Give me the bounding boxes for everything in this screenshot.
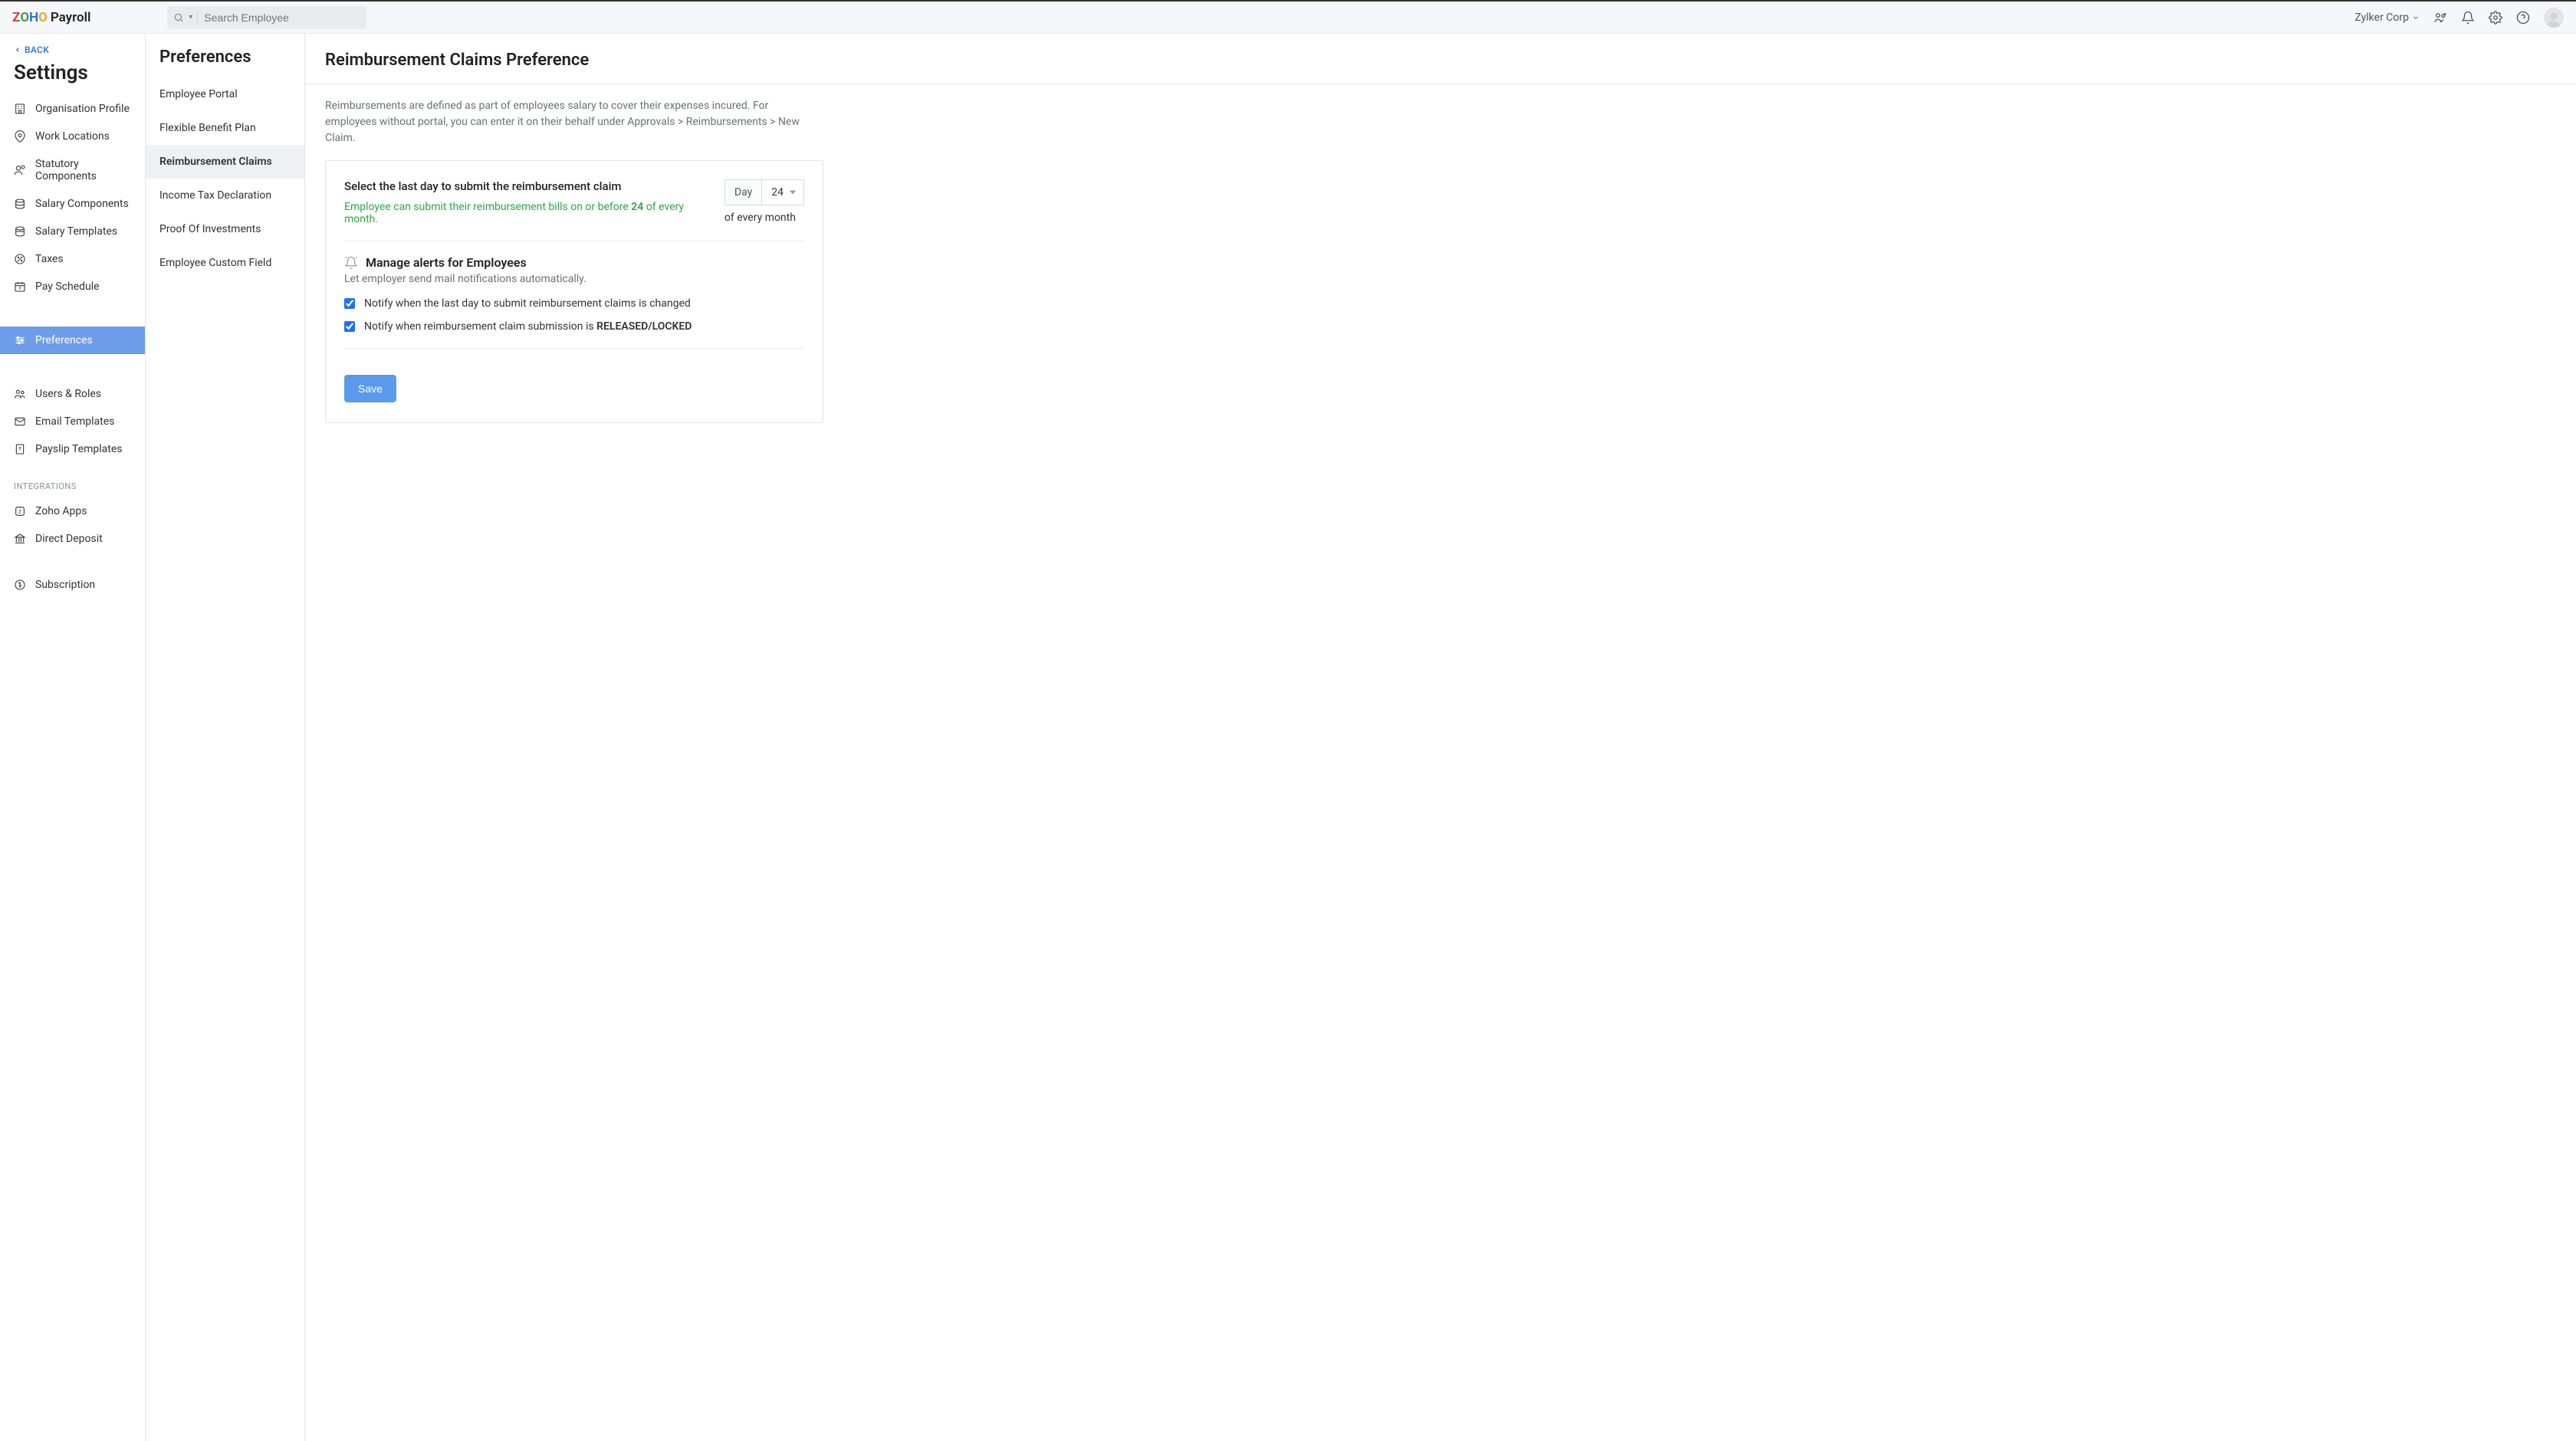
page-description: Reimbursements are defined as part of em… bbox=[325, 98, 800, 146]
subnav-item-employee-portal[interactable]: Employee Portal bbox=[146, 77, 304, 111]
sidebar-item-users-roles[interactable]: Users & Roles bbox=[0, 380, 145, 408]
checkbox-label: Notify when the last day to submit reimb… bbox=[364, 297, 691, 310]
help-icon[interactable] bbox=[2516, 11, 2530, 25]
day-select[interactable]: 24 bbox=[762, 179, 804, 205]
separator bbox=[344, 348, 804, 349]
divider bbox=[197, 11, 198, 24]
sidebar-item-statutory-components[interactable]: Statutory Components bbox=[0, 150, 145, 190]
topbar: ZOHO Payroll ▾ Zylker Corp bbox=[0, 0, 2576, 34]
search-input[interactable] bbox=[204, 11, 360, 24]
sidebar-item-label: Payslip Templates bbox=[35, 443, 122, 455]
hint-text: Employee can submit their reimbursement … bbox=[344, 201, 684, 225]
logo[interactable]: ZOHO Payroll bbox=[12, 10, 90, 25]
svg-text:₹: ₹ bbox=[18, 446, 21, 451]
sidebar-item-label: Salary Components bbox=[35, 198, 129, 210]
sidebar-item-label: Salary Templates bbox=[35, 225, 117, 238]
sidebar-item-salary-components[interactable]: Salary Components bbox=[0, 190, 145, 218]
checkbox-notify-last-day-changed[interactable] bbox=[344, 298, 355, 309]
sidebar-item-label: Email Templates bbox=[35, 415, 114, 428]
back-link[interactable]: BACK bbox=[0, 44, 145, 61]
save-button[interactable]: Save bbox=[344, 375, 396, 402]
sidebar-item-pay-schedule[interactable]: ₹ Pay Schedule bbox=[0, 273, 145, 300]
content: Reimbursement Claims Preference Reimburs… bbox=[305, 34, 2576, 1441]
org-name: Zylker Corp bbox=[2354, 11, 2409, 24]
sidebar-item-email-templates[interactable]: Email Templates bbox=[0, 408, 145, 435]
alerts-title: Manage alerts for Employees bbox=[366, 255, 527, 270]
svg-text:Z: Z bbox=[18, 509, 21, 515]
settings-title: Settings bbox=[0, 61, 145, 95]
subnav-title: Preferences bbox=[146, 48, 304, 77]
search-scope-caret[interactable]: ▾ bbox=[189, 13, 192, 21]
chevron-down-icon bbox=[2412, 14, 2420, 21]
topbar-right: Zylker Corp bbox=[2354, 8, 2564, 28]
day-sub-label: of every month bbox=[724, 212, 796, 224]
sidebar-item-label: Taxes bbox=[35, 253, 64, 265]
subnav-item-proof-of-investments[interactable]: Proof Of Investments bbox=[146, 212, 304, 246]
checkbox-row-notify-last-day-changed[interactable]: Notify when the last day to submit reimb… bbox=[344, 297, 804, 310]
sidebar-section-integrations: INTEGRATIONS bbox=[0, 463, 145, 497]
gear-icon[interactable] bbox=[2489, 11, 2502, 25]
sidebar-item-label: Statutory Components bbox=[35, 158, 131, 182]
bell-icon[interactable] bbox=[2461, 11, 2475, 25]
org-switcher[interactable]: Zylker Corp bbox=[2354, 11, 2420, 24]
field-label-last-day: Select the last day to submit the reimbu… bbox=[344, 179, 709, 193]
bell-ring-icon bbox=[344, 256, 358, 270]
brand-name: Payroll bbox=[51, 10, 91, 25]
day-value: 24 bbox=[771, 186, 784, 199]
sidebar-item-payslip-templates[interactable]: ₹ Payslip Templates bbox=[0, 435, 145, 463]
preference-card: Select the last day to submit the reimbu… bbox=[325, 160, 823, 423]
subnav-item-employee-custom-field[interactable]: Employee Custom Field bbox=[146, 246, 304, 280]
sidebar-item-label: Pay Schedule bbox=[35, 281, 100, 293]
sidebar-item-work-locations[interactable]: Work Locations bbox=[0, 123, 145, 150]
avatar[interactable] bbox=[2544, 8, 2564, 28]
checkbox-row-notify-released-locked[interactable]: Notify when reimbursement claim submissi… bbox=[344, 320, 804, 333]
content-header: Reimbursement Claims Preference bbox=[305, 34, 2576, 84]
back-label: BACK bbox=[25, 44, 49, 55]
sidebar-item-label: Subscription bbox=[35, 579, 95, 591]
sidebar-item-taxes[interactable]: Taxes bbox=[0, 245, 145, 273]
sidebar-item-zoho-apps[interactable]: Z Zoho Apps bbox=[0, 497, 145, 525]
checkbox-label: Notify when reimbursement claim submissi… bbox=[364, 320, 692, 333]
refer-icon[interactable] bbox=[2433, 11, 2447, 25]
svg-text:₹: ₹ bbox=[19, 287, 21, 291]
sidebar-item-label: Work Locations bbox=[35, 130, 110, 143]
day-picker: Day 24 of every month bbox=[724, 179, 804, 224]
sidebar-item-label: Direct Deposit bbox=[35, 533, 103, 545]
alerts-description: Let employer send mail notifications aut… bbox=[344, 273, 804, 285]
checkbox-notify-released-locked[interactable] bbox=[344, 321, 355, 332]
day-label-box: Day bbox=[724, 179, 762, 205]
page-title: Reimbursement Claims Preference bbox=[325, 51, 2556, 70]
subnav-item-income-tax-declaration[interactable]: Income Tax Declaration bbox=[146, 179, 304, 212]
preferences-subnav: Preferences Employee Portal Flexible Ben… bbox=[146, 34, 305, 1441]
sidebar-item-label: Organisation Profile bbox=[35, 103, 130, 115]
search-icon bbox=[173, 12, 184, 23]
sidebar-item-label: Users & Roles bbox=[35, 388, 101, 400]
sidebar-item-salary-templates[interactable]: Salary Templates bbox=[0, 218, 145, 245]
sidebar-item-organisation-profile[interactable]: Organisation Profile bbox=[0, 95, 145, 123]
settings-sidebar: BACK Settings Organisation Profile Work … bbox=[0, 34, 146, 1441]
subnav-item-reimbursement-claims[interactable]: Reimbursement Claims bbox=[146, 145, 304, 179]
sidebar-item-preferences[interactable]: Preferences bbox=[0, 327, 145, 354]
subnav-item-flexible-benefit-plan[interactable]: Flexible Benefit Plan bbox=[146, 111, 304, 145]
sidebar-item-direct-deposit[interactable]: Direct Deposit bbox=[0, 525, 145, 553]
sidebar-item-label: Zoho Apps bbox=[35, 505, 87, 517]
search-container[interactable]: ▾ bbox=[167, 6, 366, 29]
alerts-header: Manage alerts for Employees bbox=[344, 255, 804, 270]
sidebar-item-subscription[interactable]: Subscription bbox=[0, 571, 145, 599]
sidebar-item-label: Preferences bbox=[35, 334, 93, 346]
